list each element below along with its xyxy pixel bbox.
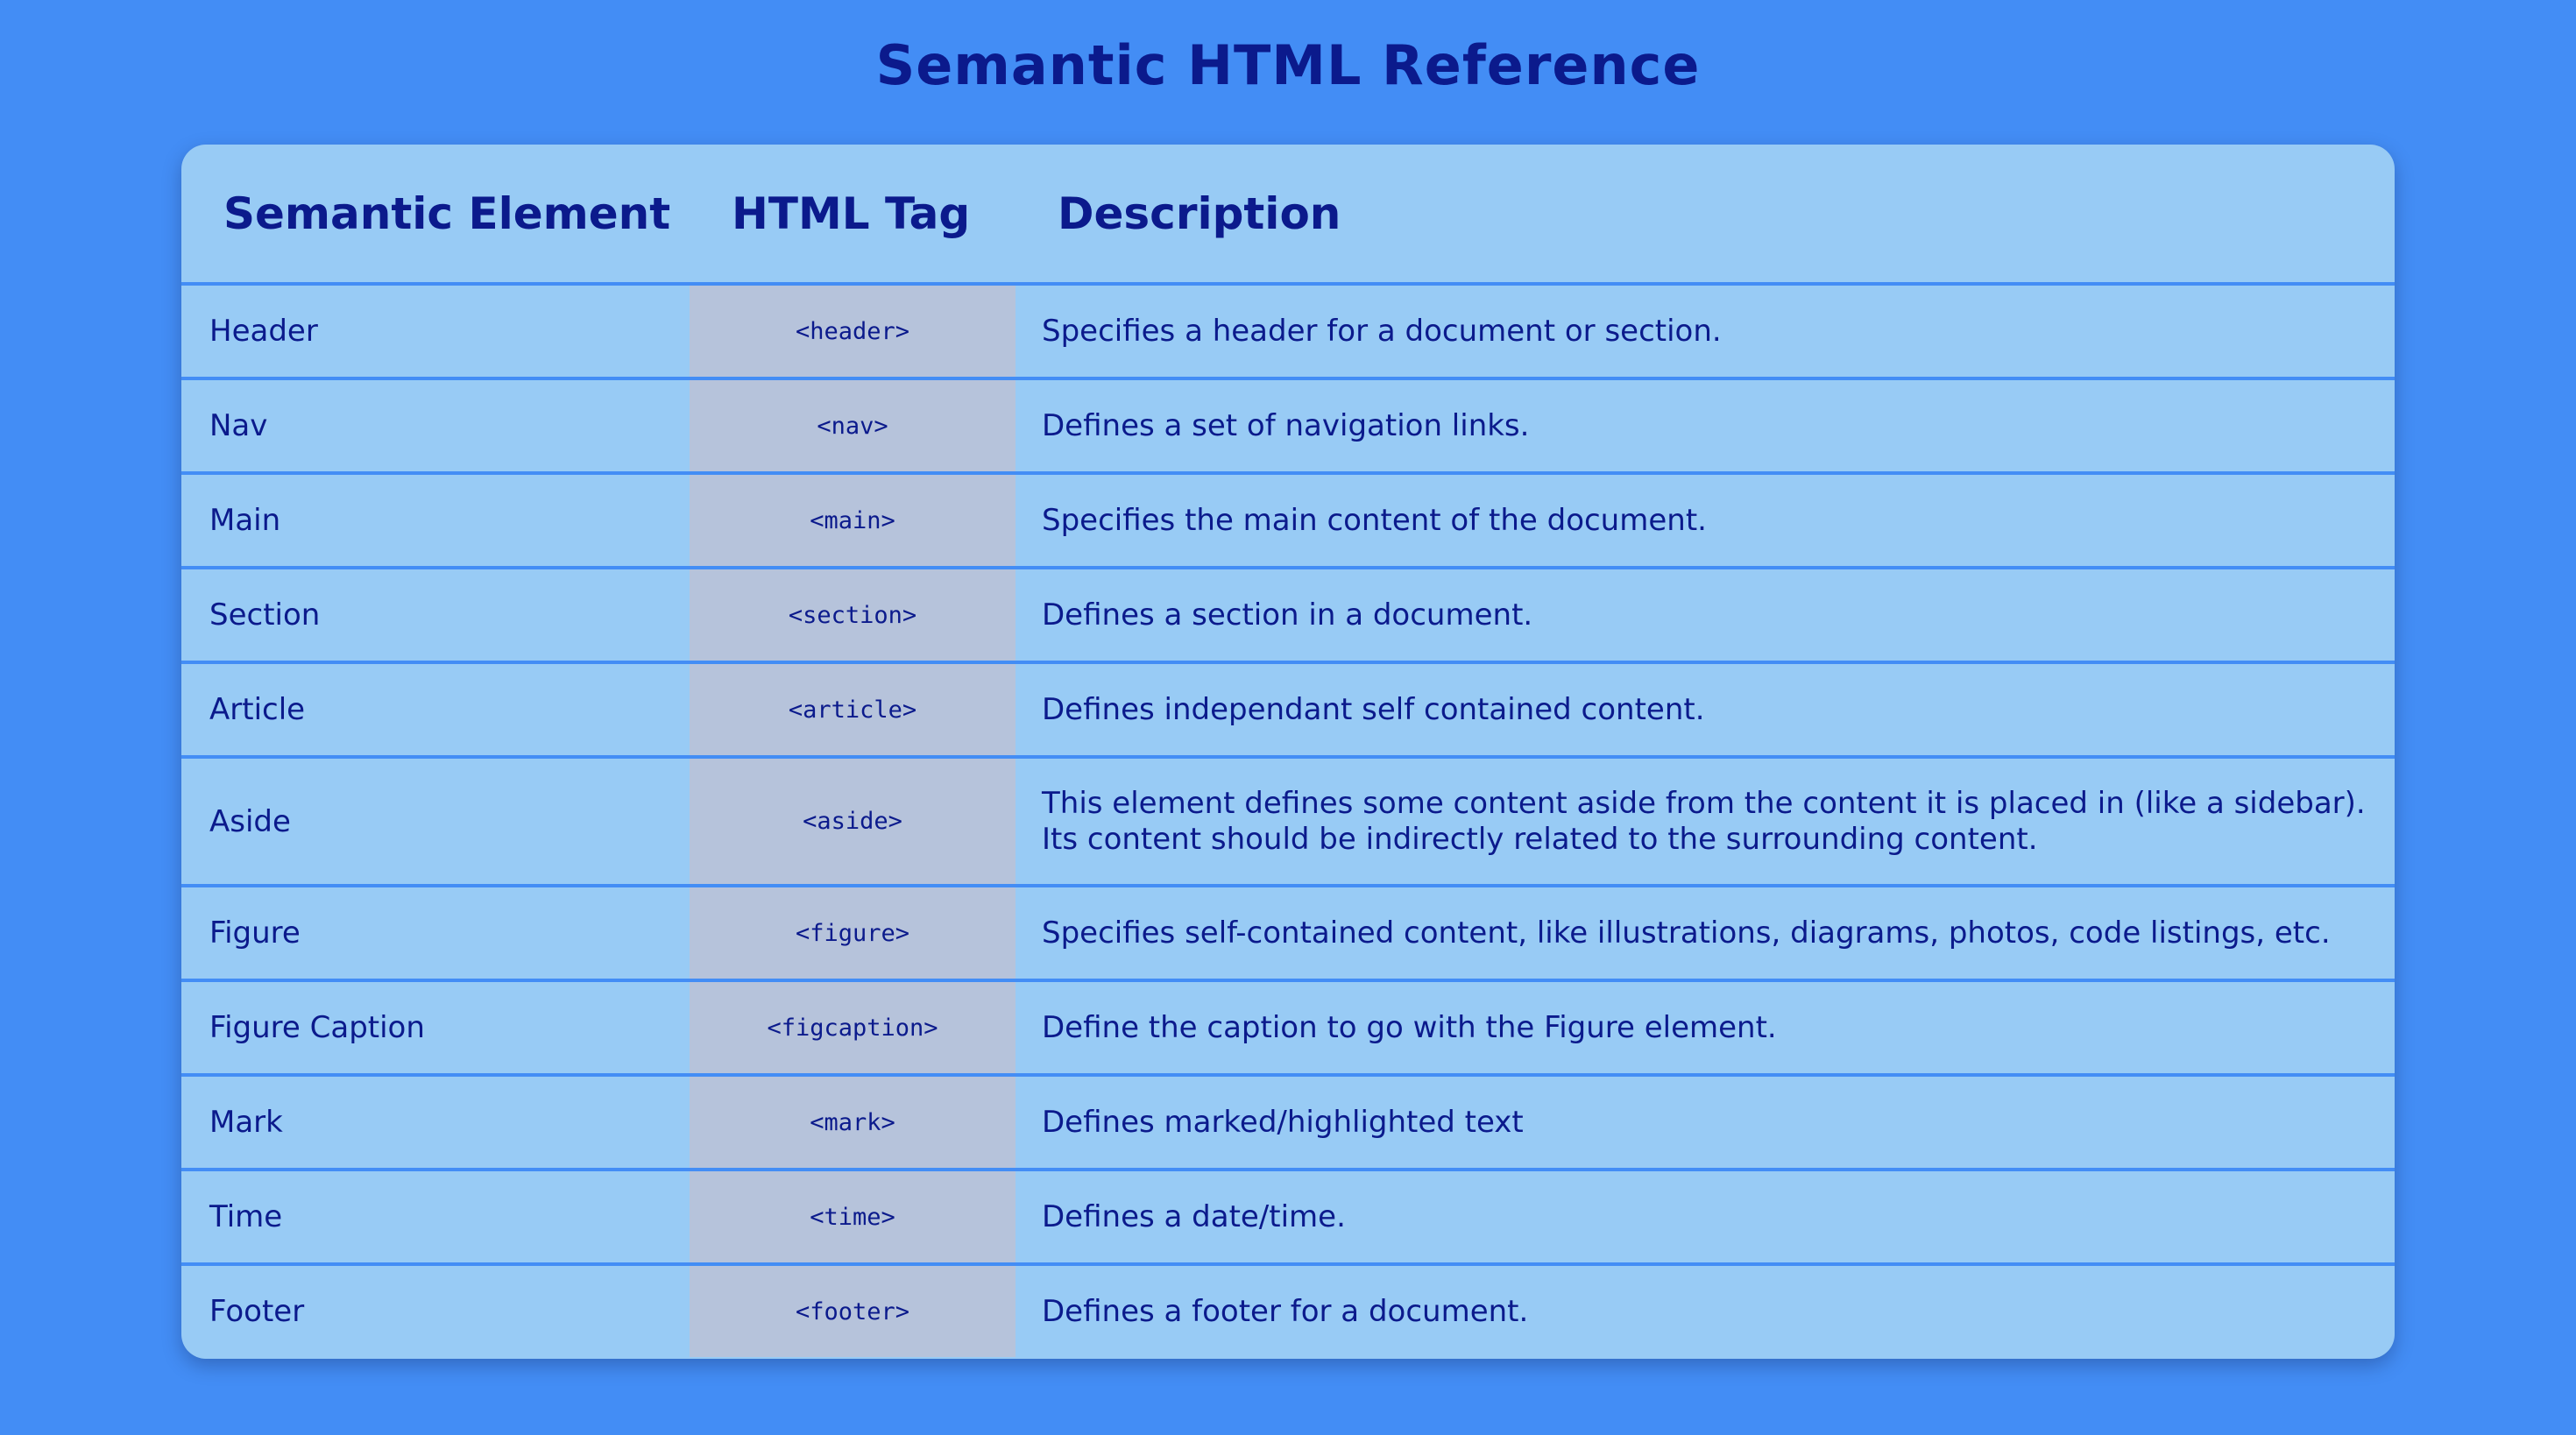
html-tag-cell: <aside>: [690, 757, 1016, 887]
table-row: Footer <footer> Defines a footer for a d…: [181, 1264, 2395, 1357]
semantic-reference-table: Semantic Element HTML Tag Description He…: [181, 145, 2395, 1357]
element-name-cell: Footer: [209, 1294, 305, 1329]
description-cell: Define the caption to go with the Figure…: [1016, 980, 2395, 1077]
html-tag-cell: <article>: [690, 662, 1016, 759]
description-cell: Defines marked/highlighted text: [1016, 1075, 2395, 1171]
description-cell: Defines a set of navigation links.: [1016, 378, 2395, 475]
html-tag-cell: <footer>: [690, 1264, 1016, 1357]
page-title: Semantic HTML Reference: [875, 33, 1701, 97]
element-name-cell: Section: [181, 568, 690, 664]
description-cell: Defines a section in a document.: [1016, 568, 2395, 664]
table-row: Article <article> Defines independant se…: [181, 662, 2395, 759]
column-header-semantic-element: Semantic Element: [181, 145, 690, 286]
description-cell: Specifies the main content of the docume…: [1016, 473, 2395, 569]
element-name-cell: Mark: [181, 1075, 690, 1171]
element-name-cell: Time: [181, 1170, 690, 1266]
html-tag-cell: <header>: [690, 284, 1016, 380]
html-tag-cell: <figure>: [690, 886, 1016, 982]
description-cell: Specifies a header for a document or sec…: [1016, 284, 2395, 380]
html-tag-cell: <main>: [690, 473, 1016, 569]
table-row: Mark <mark> Defines marked/highlighted t…: [181, 1075, 2395, 1171]
table-row: Figure Caption <figcaption> Define the c…: [181, 980, 2395, 1077]
table-row: Main <main> Specifies the main content o…: [181, 473, 2395, 569]
element-name-cell: Main: [181, 473, 690, 569]
table-row: Header <header> Specifies a header for a…: [181, 284, 2395, 380]
element-name-cell: Article: [181, 662, 690, 759]
table-row: Nav <nav> Defines a set of navigation li…: [181, 378, 2395, 475]
html-tag-cell: <mark>: [690, 1075, 1016, 1171]
table-row: Time <time> Defines a date/time.: [181, 1170, 2395, 1266]
column-header-html-tag: HTML Tag: [690, 145, 1016, 286]
html-tag-cell: <section>: [690, 568, 1016, 664]
html-tag-cell: <figcaption>: [690, 980, 1016, 1077]
html-tag-cell: <nav>: [690, 378, 1016, 475]
element-name-cell: Header: [181, 284, 690, 380]
description-cell: This element defines some content aside …: [1016, 757, 2395, 887]
column-header-description: Description: [1016, 145, 2395, 286]
element-name-cell: Aside: [181, 757, 690, 887]
description-cell: Defines a date/time.: [1016, 1170, 2395, 1266]
description-cell: Defines a footer for a document.: [1042, 1293, 1529, 1329]
element-name-cell: Figure: [181, 886, 690, 982]
element-name-cell: Figure Caption: [181, 980, 690, 1077]
reference-table-card: Semantic Element HTML Tag Description He…: [181, 145, 2395, 1359]
table-row: Figure <figure> Specifies self-contained…: [181, 886, 2395, 982]
table-header-row: Semantic Element HTML Tag Description: [181, 145, 2395, 286]
table-row: Section <section> Defines a section in a…: [181, 568, 2395, 664]
table-row: Aside <aside> This element defines some …: [181, 757, 2395, 887]
description-cell: Specifies self-contained content, like i…: [1016, 886, 2395, 982]
element-name-cell: Nav: [181, 378, 690, 475]
html-tag-cell: <time>: [690, 1170, 1016, 1266]
description-cell: Defines independant self contained conte…: [1016, 662, 2395, 759]
